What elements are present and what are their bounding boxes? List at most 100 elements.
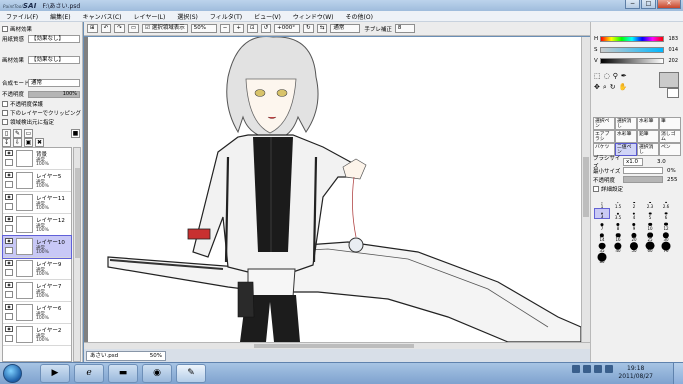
zoom-reset-icon[interactable]: ⊡ [246, 24, 258, 33]
layer-lock-icon[interactable] [5, 247, 13, 254]
brush-size-preset[interactable]: 80 [594, 252, 610, 264]
magic-wand-icon[interactable]: ⚲ [613, 72, 618, 80]
brush-size-preset[interactable]: 1.5 [610, 197, 626, 209]
brush-size-preset[interactable]: 40 [610, 241, 626, 253]
menu-other[interactable]: その他(O) [340, 12, 379, 21]
menu-filter[interactable]: フィルタ(T) [204, 12, 248, 21]
layer-lock-icon[interactable] [5, 269, 13, 276]
deselect-icon[interactable]: ▭ [127, 24, 140, 33]
sai-icon[interactable]: ✎ [176, 364, 206, 383]
protect-opacity-checkbox[interactable] [2, 101, 8, 107]
layer-item[interactable]: ◉ レイヤー6 通常 100% [3, 302, 71, 324]
merge-down-icon[interactable]: ⇩ [13, 138, 22, 147]
clock[interactable]: 19:18 2011/08/27 [618, 365, 653, 381]
menu-canvas[interactable]: キャンバス(C) [77, 12, 128, 21]
brush-size-preset[interactable]: 16 [610, 230, 626, 242]
start-button-icon[interactable] [3, 364, 22, 383]
ie-icon[interactable]: ℯ [74, 364, 104, 383]
redo-icon[interactable]: ↷ [114, 24, 125, 33]
menu-file[interactable]: ファイル(F) [0, 12, 44, 21]
tool-pencil[interactable]: 鉛筆 [637, 130, 659, 143]
scrollbar-thumb[interactable] [75, 168, 80, 258]
brush-size-preset[interactable]: 60 [642, 241, 658, 253]
min-size-slider[interactable] [623, 167, 663, 174]
value-track[interactable] [600, 58, 664, 64]
tool-select-eraser-2[interactable]: 選択消し [637, 143, 659, 156]
zoom-icon[interactable]: ⌕ [603, 83, 607, 92]
menu-layer[interactable]: レイヤー(L) [128, 12, 172, 21]
menu-select[interactable]: 選択(S) [171, 12, 204, 21]
new-layer-icon[interactable]: ▯ [2, 129, 11, 138]
brush-size-preset[interactable]: 8 [610, 219, 626, 231]
tool-select-eraser[interactable]: 選択消し [615, 117, 637, 130]
blend-mode-select[interactable]: 通常 [28, 79, 80, 87]
brush-size-preset[interactable]: 1 [594, 197, 610, 209]
brush-size-preset[interactable]: 35 [594, 241, 610, 253]
new-linework-layer-icon[interactable]: ✎ [13, 129, 22, 138]
tool-pen[interactable]: ペン [659, 143, 681, 156]
brush-size-preset[interactable]: 6 [658, 208, 674, 220]
layer-lock-icon[interactable] [5, 225, 13, 232]
layer-item[interactable]: ◉ 背景 通常 100% [3, 148, 71, 170]
detail-settings-toggle[interactable] [593, 185, 599, 192]
canvas-blend-select[interactable]: 通常 [330, 24, 361, 33]
tray-network-icon[interactable] [583, 365, 591, 373]
tray-ime-icon[interactable] [572, 365, 580, 373]
layer-item[interactable]: ◉ レイヤー12 通常 100% [3, 214, 71, 236]
clear-layer-icon[interactable]: ▣ [24, 138, 33, 147]
layer-item[interactable]: ◉ レイヤー11 通常 100% [3, 192, 71, 214]
visibility-eye-icon[interactable]: ◉ [5, 326, 13, 332]
transfer-down-icon[interactable]: ↧ [2, 138, 11, 147]
visibility-eye-icon[interactable]: ◉ [5, 150, 13, 156]
rotate-left-icon[interactable]: ↺ [260, 24, 272, 33]
select-rect-icon[interactable]: ⬚ [594, 72, 601, 80]
tool-eraser[interactable]: 消しゴム [659, 130, 681, 143]
layer-lock-icon[interactable] [5, 203, 13, 210]
brush-size-preset[interactable]: 2 [626, 197, 642, 209]
stabilizer-select[interactable]: 8 [394, 24, 415, 33]
opacity-slider[interactable]: 100% [28, 90, 80, 98]
visibility-eye-icon[interactable]: ◉ [5, 260, 13, 266]
material-select[interactable]: 【効果なし】 [28, 56, 80, 64]
brush-size-preset[interactable]: 70 [658, 241, 674, 253]
saturation-slider-row[interactable]: S 014 [594, 47, 678, 53]
clipping-checkbox[interactable] [2, 110, 8, 116]
value-slider-row[interactable]: V 202 [594, 58, 678, 64]
layer-list-scrollbar[interactable] [73, 147, 81, 362]
layer-item[interactable]: ◉ レイヤー2 通常 100% [3, 324, 71, 346]
visibility-eye-icon[interactable]: ◉ [5, 172, 13, 178]
canvas-horizontal-scrollbar[interactable] [84, 342, 590, 349]
brush-size-preset[interactable]: 3 [594, 208, 610, 219]
firefox-icon[interactable]: ◉ [142, 364, 172, 383]
maximize-button[interactable]: □ [641, 0, 656, 9]
layer-lock-icon[interactable] [5, 335, 13, 342]
visibility-eye-icon[interactable]: ◉ [5, 282, 13, 288]
undo-icon[interactable]: ↶ [100, 24, 112, 33]
brush-size-preset[interactable]: 50 [626, 241, 642, 253]
move-icon[interactable]: ✥ [594, 83, 600, 92]
flip-icon[interactable]: ⇆ [316, 24, 328, 33]
brush-size-preset[interactable]: 2.6 [658, 197, 674, 209]
show-selection-toggle[interactable]: ☑ 選択領域表示 [142, 24, 188, 33]
scrollbar-thumb[interactable] [583, 157, 589, 217]
minimize-button[interactable]: − [625, 0, 640, 9]
layer-item[interactable]: ◉ レイヤー7 通常 100% [3, 280, 71, 302]
brush-size-preset[interactable]: 30 [658, 230, 674, 242]
brush-size-preset[interactable]: 5 [642, 208, 658, 220]
tool-watercolor-2[interactable]: 水彩筆 [615, 130, 637, 143]
primary-color-swatch[interactable] [659, 72, 679, 88]
effects-toggle[interactable] [2, 26, 8, 32]
brush-size-preset[interactable]: 14 [594, 230, 610, 242]
brush-size-multiplier[interactable]: x1.0 [623, 157, 643, 166]
saturation-track[interactable] [600, 47, 664, 53]
explorer-icon[interactable]: ▬ [108, 364, 138, 383]
visibility-eye-icon[interactable]: ◉ [5, 194, 13, 200]
tray-flag-icon[interactable] [605, 365, 613, 373]
canvas-document[interactable] [88, 37, 581, 342]
menu-window[interactable]: ウィンドウ(W) [287, 12, 340, 21]
tool-airbrush[interactable]: エアブラシ [593, 130, 615, 143]
selection-source-checkbox[interactable] [2, 119, 8, 125]
menu-edit[interactable]: 編集(E) [44, 12, 76, 21]
zoom-out-icon[interactable]: − [219, 24, 231, 33]
layer-mask-icon[interactable]: ■ [71, 129, 80, 138]
